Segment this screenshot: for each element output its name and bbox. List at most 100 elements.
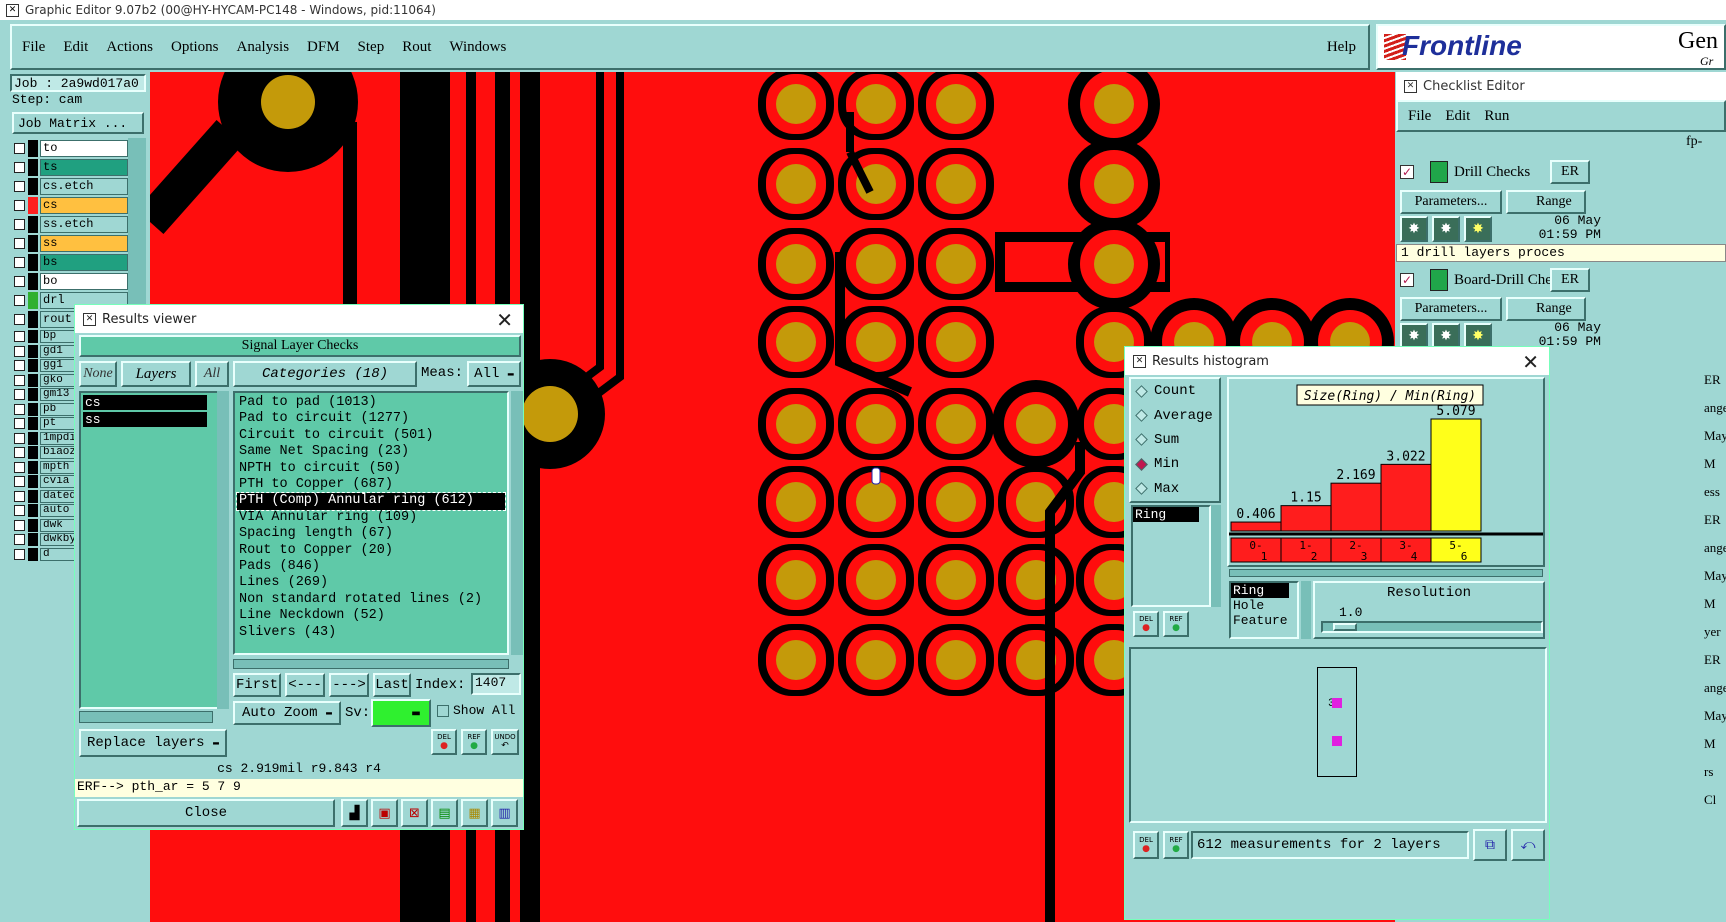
layer-checkbox[interactable]: [14, 314, 25, 325]
layer-item-cs[interactable]: cs: [83, 395, 207, 410]
hist-option-max[interactable]: Max: [1131, 477, 1219, 501]
layer-row[interactable]: bo: [10, 273, 128, 290]
layers-button[interactable]: Layers: [121, 361, 191, 387]
category-item[interactable]: Pad to circuit (1277): [237, 411, 507, 427]
prev-button[interactable]: <---: [285, 673, 325, 697]
hist-option-min[interactable]: Min: [1131, 452, 1219, 476]
layer-list-hscroll[interactable]: [79, 711, 213, 723]
hist-del-button[interactable]: DEL ●: [1133, 611, 1159, 637]
hist-zoom-icon[interactable]: ⧉: [1473, 829, 1507, 861]
meas-select[interactable]: All ▬: [467, 361, 521, 387]
resolution-slider-handle[interactable]: [1333, 623, 1357, 631]
category-item[interactable]: Pads (846): [237, 559, 507, 575]
category-item[interactable]: Line Neckdown (52): [237, 608, 507, 624]
checklist-menu-run[interactable]: Run: [1484, 108, 1509, 125]
axis-list-scroll[interactable]: [1301, 581, 1311, 639]
layer-checkbox[interactable]: [14, 418, 25, 429]
show-all-checkbox[interactable]: [437, 705, 449, 717]
layer-checkbox[interactable]: [14, 143, 25, 154]
layer-checkbox[interactable]: [14, 447, 25, 458]
layer-checkbox[interactable]: [14, 162, 25, 173]
results-viewer-close-icon[interactable]: ✕: [496, 308, 513, 332]
layer-checkbox[interactable]: [14, 519, 25, 531]
drill-check-checkbox[interactable]: ✓: [1400, 165, 1414, 179]
tool-green-icon[interactable]: ▤: [431, 799, 458, 827]
hist-bottom-ref-button[interactable]: REF ●: [1163, 831, 1189, 859]
drill-er-button[interactable]: ER: [1550, 160, 1590, 184]
layer-row[interactable]: bs: [10, 254, 128, 271]
layer-checkbox[interactable]: [14, 534, 25, 545]
checklist-menu-file[interactable]: File: [1408, 108, 1431, 125]
next-button[interactable]: --->: [329, 673, 369, 697]
layer-checkbox[interactable]: [14, 403, 25, 415]
menu-windows[interactable]: Windows: [449, 39, 506, 56]
category-item[interactable]: Non standard rotated lines (2): [237, 592, 507, 608]
layer-checkbox[interactable]: [14, 461, 25, 473]
layer-checkbox[interactable]: [14, 238, 25, 249]
job-matrix-button[interactable]: Job Matrix ...: [12, 112, 144, 134]
layer-checkbox[interactable]: [14, 295, 25, 306]
menu-options[interactable]: Options: [171, 39, 219, 56]
layer-checkbox[interactable]: [14, 219, 25, 230]
replace-layers-select[interactable]: Replace layers ▬: [79, 729, 227, 757]
category-item[interactable]: Slivers (43): [237, 625, 507, 641]
menu-edit[interactable]: Edit: [63, 39, 88, 56]
drill-parameters-button[interactable]: Parameters...: [1400, 190, 1502, 214]
layer-checkbox[interactable]: [14, 200, 25, 211]
index-input[interactable]: 1407: [471, 673, 521, 695]
axis-item-feature[interactable]: Feature: [1231, 613, 1297, 628]
layer-row[interactable]: cs: [10, 197, 128, 214]
layer-item-ss[interactable]: ss: [83, 412, 207, 427]
layer-list-vscroll[interactable]: [217, 391, 229, 709]
close-button[interactable]: Close: [77, 799, 335, 827]
category-item[interactable]: Rout to Copper (20): [237, 543, 507, 559]
category-item[interactable]: PTH (Comp) Annular ring (612): [236, 492, 506, 511]
checklist-menu-edit[interactable]: Edit: [1445, 108, 1470, 125]
menu-help[interactable]: Help: [1327, 39, 1356, 56]
axis-item-hole[interactable]: Hole: [1231, 598, 1297, 613]
hist-bottom-del-button[interactable]: DEL ●: [1133, 831, 1159, 859]
board-range-button[interactable]: Range: [1506, 297, 1586, 321]
histogram-close-icon[interactable]: ✕: [1522, 350, 1539, 374]
field-list-scroll[interactable]: [1211, 505, 1221, 607]
signal-layer-checks-header[interactable]: Signal Layer Checks: [79, 335, 521, 357]
category-item[interactable]: Circuit to circuit (501): [237, 428, 507, 444]
run-step-icon[interactable]: ✸: [1432, 216, 1460, 242]
tool-histogram-icon[interactable]: ▥: [491, 799, 518, 827]
categories-hscroll[interactable]: [233, 659, 509, 669]
layer-row[interactable]: ss.etch: [10, 216, 128, 233]
histogram-hscroll[interactable]: [1229, 569, 1543, 577]
categories-button[interactable]: Categories (18): [233, 361, 417, 387]
run-stop-icon[interactable]: ✸: [1464, 216, 1492, 242]
category-item[interactable]: PTH to Copper (687): [237, 477, 507, 493]
layer-row[interactable]: cs.etch: [10, 178, 128, 195]
layer-checkbox[interactable]: [14, 257, 25, 268]
layer-checkbox[interactable]: [14, 389, 25, 400]
menu-file[interactable]: File: [22, 39, 45, 56]
board-parameters-button[interactable]: Parameters...: [1400, 297, 1502, 321]
tool-notes-icon[interactable]: ▦: [461, 799, 488, 827]
run-icon[interactable]: ✸: [1400, 216, 1428, 242]
ref-button[interactable]: REF ●: [461, 729, 487, 755]
axis-item-ring[interactable]: Ring: [1231, 583, 1289, 598]
category-item[interactable]: NPTH to circuit (50): [237, 461, 507, 477]
layer-checkbox[interactable]: [14, 374, 25, 386]
layer-checkbox[interactable]: [14, 276, 25, 287]
drill-range-button[interactable]: Range: [1506, 190, 1586, 214]
layer-checkbox[interactable]: [14, 476, 25, 487]
hist-option-count[interactable]: Count: [1131, 379, 1219, 403]
layer-checkbox[interactable]: [14, 432, 25, 444]
all-button[interactable]: All: [195, 361, 229, 387]
menu-rout[interactable]: Rout: [402, 39, 431, 56]
board-er-button[interactable]: ER: [1550, 268, 1590, 292]
layer-checkbox[interactable]: [14, 490, 25, 502]
board-check-checkbox[interactable]: ✓: [1400, 273, 1414, 287]
first-button[interactable]: First: [233, 673, 281, 697]
hist-option-sum[interactable]: Sum: [1131, 428, 1219, 452]
tool-chart-icon[interactable]: ▟: [341, 799, 368, 827]
hist-ref-button[interactable]: REF ●: [1163, 611, 1189, 637]
auto-zoom-select[interactable]: Auto Zoom ▬: [233, 701, 341, 725]
layer-checkbox[interactable]: [14, 345, 25, 357]
menu-actions[interactable]: Actions: [106, 39, 153, 56]
sv-color-select[interactable]: ▬: [371, 699, 431, 727]
